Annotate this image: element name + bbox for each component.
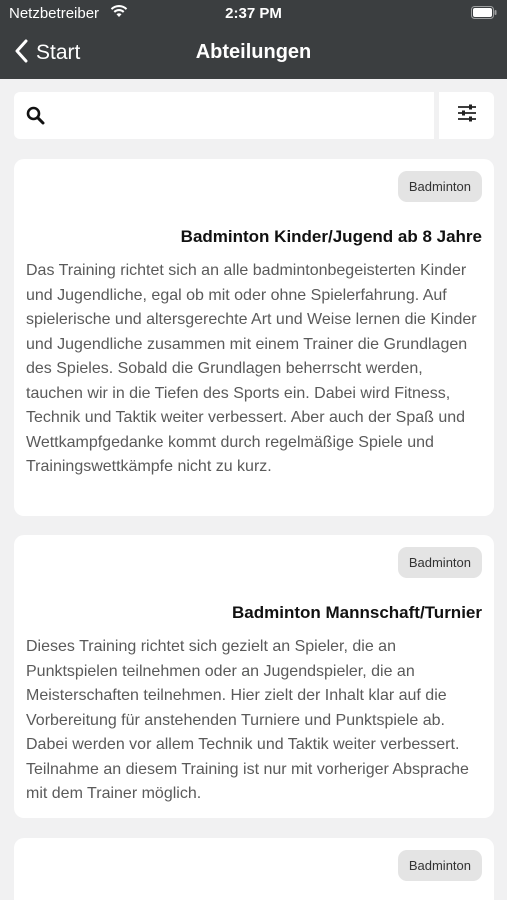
filter-button[interactable] bbox=[439, 92, 494, 139]
clock: 2:37 PM bbox=[225, 5, 282, 22]
card-description: Das Training richtet sich an alle badmin… bbox=[26, 262, 477, 475]
card-description: Dieses Training richtet sich gezielt an … bbox=[26, 638, 469, 802]
department-card[interactable]: Badminton Badminton Mannschaft/Turnier D… bbox=[14, 535, 494, 818]
category-badge: Badminton bbox=[397, 547, 482, 578]
category-badge: Badminton bbox=[397, 171, 482, 202]
card-title: Badminton Mannschaft/Turnier bbox=[232, 603, 482, 622]
page-title: Abteilungen bbox=[195, 41, 312, 63]
category-badge: Badminton bbox=[397, 850, 482, 881]
search-icon bbox=[26, 106, 45, 130]
search-input[interactable] bbox=[58, 92, 432, 141]
navigation-bar: Start Abteilungen bbox=[0, 28, 507, 79]
card-title: Badminton Kinder/Jugend ab 8 Jahre bbox=[180, 227, 482, 246]
battery-icon bbox=[471, 6, 497, 19]
sliders-icon bbox=[457, 104, 477, 127]
search-bar bbox=[14, 92, 434, 141]
status-bar: Netzbetreiber 2:37 PM bbox=[0, 0, 507, 28]
department-card[interactable]: Badminton Badminton Kinder/Jugend ab 8 J… bbox=[14, 159, 494, 516]
department-card[interactable]: Badminton bbox=[14, 838, 494, 900]
